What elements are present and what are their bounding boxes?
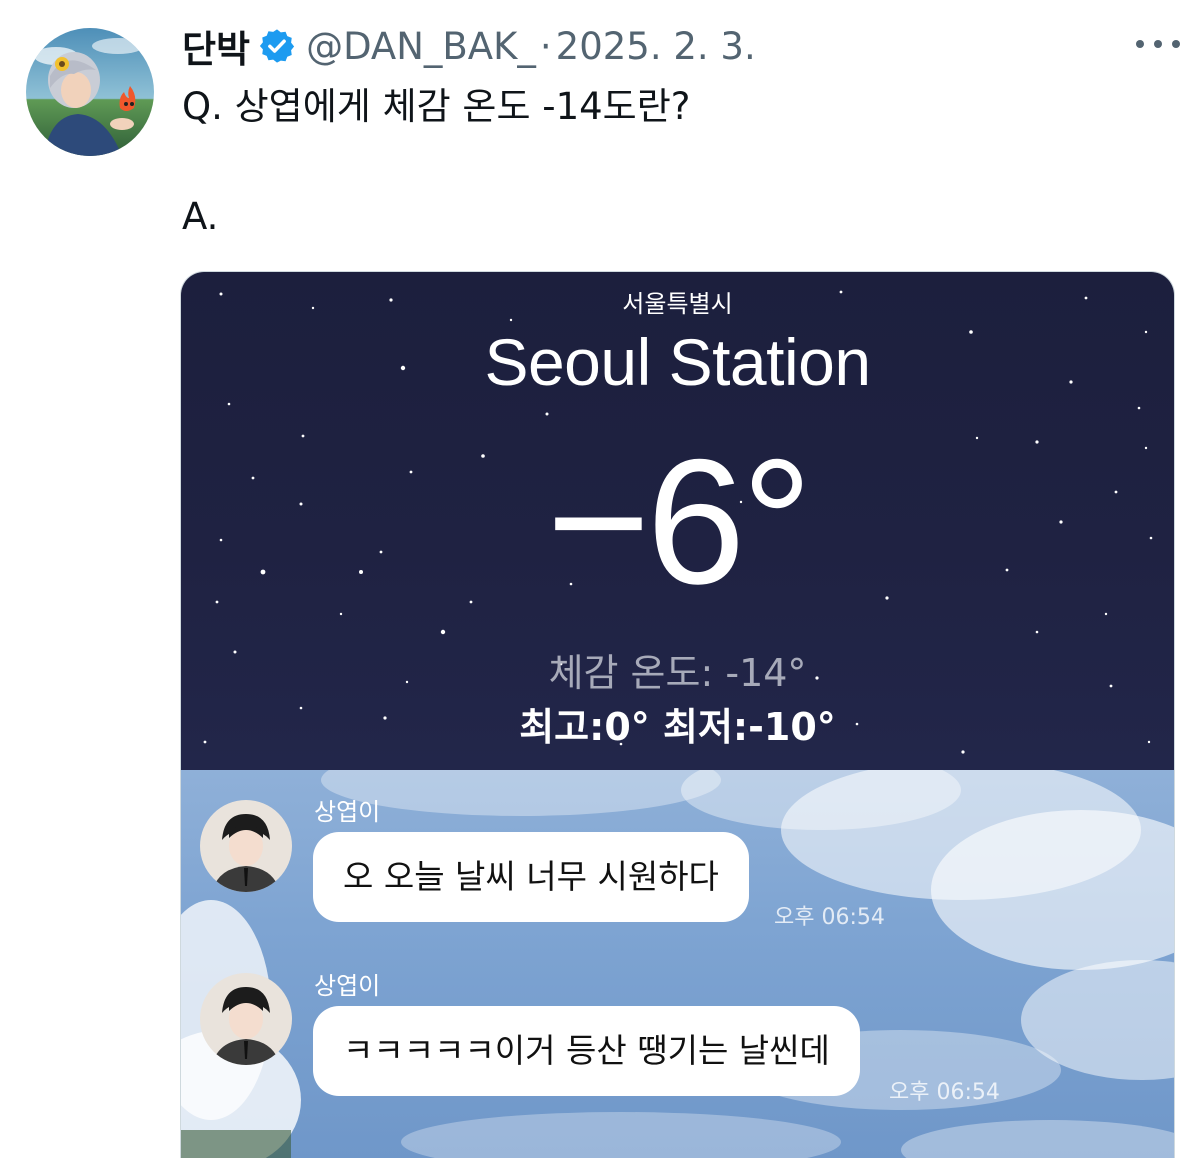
tweet-text: Q. 상엽에게 체감 온도 -14도란? A.	[182, 78, 690, 246]
chat-sender-name: 상엽이	[314, 972, 381, 1000]
chat-avatar[interactable]	[200, 800, 292, 892]
cloud-background	[181, 770, 1174, 1158]
tweet-text-line-1: Q. 상엽에게 체감 온도 -14도란?	[182, 85, 691, 128]
display-name[interactable]: 단박	[182, 19, 250, 73]
tweet-text-line-2: A.	[182, 195, 219, 238]
weather-feels-like: 체감 온도: -14°	[548, 651, 807, 695]
chat-panel: 상엽이 오 오늘 날씨 너무 시원하다 오후 06:54 상엽이 ㅋㅋㅋㅋㅋ이거…	[181, 770, 1174, 1158]
tweet-header: 단박 @DAN_BAK_ · 2025. 2. 3.	[182, 18, 756, 74]
more-horizontal-icon[interactable]	[1136, 30, 1180, 58]
weather-high-low: 최고:0° 최저:-10°	[519, 705, 836, 749]
verified-badge-icon	[258, 27, 296, 65]
chat-timestamp: 오후 06:54	[889, 1080, 1000, 1105]
weather-temperature: −6°	[546, 422, 812, 621]
chat-message-bubble[interactable]: 오 오늘 날씨 너무 시원하다	[313, 832, 749, 922]
chat-avatar[interactable]	[200, 973, 292, 1065]
weather-location: Seoul Station	[484, 325, 871, 399]
separator-dot: ·	[539, 24, 552, 68]
chat-message-bubble[interactable]: ㅋㅋㅋㅋㅋ이거 등산 땡기는 날씬데	[313, 1006, 860, 1096]
chat-timestamp: 오후 06:54	[774, 905, 885, 930]
tweet-media-image[interactable]: 서울특별시 Seoul Station −6° 체감 온도: -14° 최고:0…	[180, 271, 1175, 1158]
tweet-date[interactable]: 2025. 2. 3.	[556, 25, 756, 68]
weather-panel: 서울특별시 Seoul Station −6° 체감 온도: -14° 최고:0…	[181, 272, 1174, 770]
user-handle[interactable]: @DAN_BAK_	[306, 25, 536, 68]
chat-sender-name: 상엽이	[314, 798, 381, 826]
profile-avatar[interactable]	[26, 28, 154, 156]
weather-city: 서울특별시	[622, 290, 733, 318]
